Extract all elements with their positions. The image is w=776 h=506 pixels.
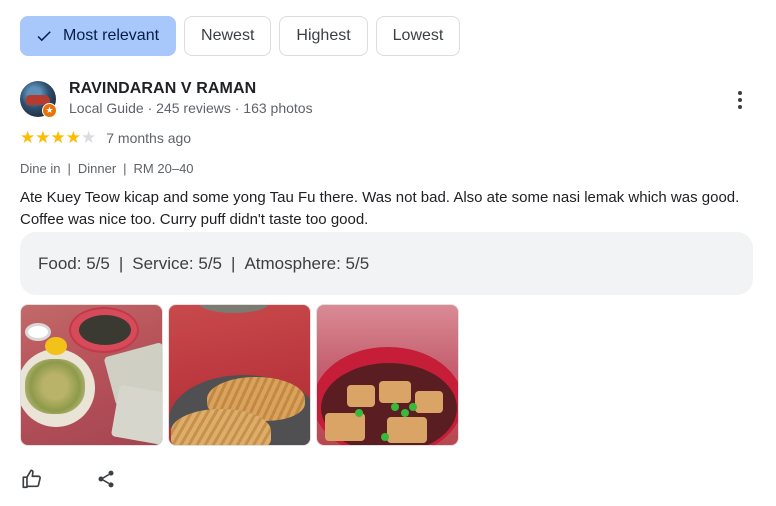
reviewer-name[interactable]: RAVINDARAN V RAMAN: [69, 80, 256, 98]
tag-service-type: Dine in: [20, 161, 61, 176]
tag-price: RM 20–40: [133, 161, 194, 176]
review-time: 7 months ago: [106, 129, 192, 146]
star-empty-icon: ★: [81, 128, 97, 147]
star-filled-icon: ★: [65, 128, 81, 147]
attr-atmosphere: Atmosphere: 5/5: [244, 253, 370, 273]
sort-chip-lowest[interactable]: Lowest: [375, 16, 461, 56]
sort-chip-bar: Most relevant Newest Highest Lowest: [20, 16, 461, 56]
chip-label: Highest: [296, 27, 351, 44]
review-text: Ate Kuey Teow kicap and some yong Tau Fu…: [20, 189, 740, 228]
star-rating: ★ ★ ★ ★ ★: [20, 129, 96, 146]
check-icon: [33, 25, 55, 47]
chip-label: Lowest: [392, 27, 444, 44]
sort-chip-most-relevant[interactable]: Most relevant: [20, 16, 177, 56]
star-filled-icon: ★: [35, 128, 51, 147]
sort-chip-newest[interactable]: Newest: [184, 16, 272, 56]
yong-tau-fu-soup-photo[interactable]: [316, 304, 459, 446]
review-actions: [20, 467, 118, 491]
tag-separator: |: [67, 161, 71, 176]
local-guide-icon: ★: [42, 103, 57, 118]
chip-label: Most relevant: [63, 27, 160, 44]
noodle-dishes-photo[interactable]: [20, 304, 163, 446]
tag-meal-type: Dinner: [77, 161, 117, 176]
more-vert-icon[interactable]: [728, 88, 752, 112]
tag-separator: |: [123, 161, 127, 176]
rating-row: ★ ★ ★ ★ ★ 7 months ago: [20, 129, 191, 146]
star-filled-icon: ★: [20, 128, 36, 147]
attr-separator: |: [118, 253, 124, 273]
sort-chip-highest[interactable]: Highest: [279, 16, 368, 56]
curry-puff-photo[interactable]: [168, 304, 311, 446]
share-icon[interactable]: [94, 467, 118, 491]
visit-tags: Dine in | Dinner | RM 20–40: [20, 161, 194, 176]
attribute-ratings: Food: 5/5 | Service: 5/5 | Atmosphere: 5…: [20, 232, 753, 295]
attr-separator: |: [231, 253, 236, 273]
chip-label: Newest: [201, 27, 255, 44]
review-photos: [20, 304, 459, 446]
reviewer-meta[interactable]: Local Guide · 245 reviews · 163 photos: [69, 100, 313, 116]
thumbs-up-icon[interactable]: [20, 467, 44, 491]
star-filled-icon: ★: [50, 128, 66, 147]
attr-food: Food: 5/5: [38, 253, 110, 273]
attr-service: Service: 5/5: [132, 253, 223, 273]
review-header: ★ RAVINDARAN V RAMAN Local Guide · 245 r…: [20, 80, 756, 120]
